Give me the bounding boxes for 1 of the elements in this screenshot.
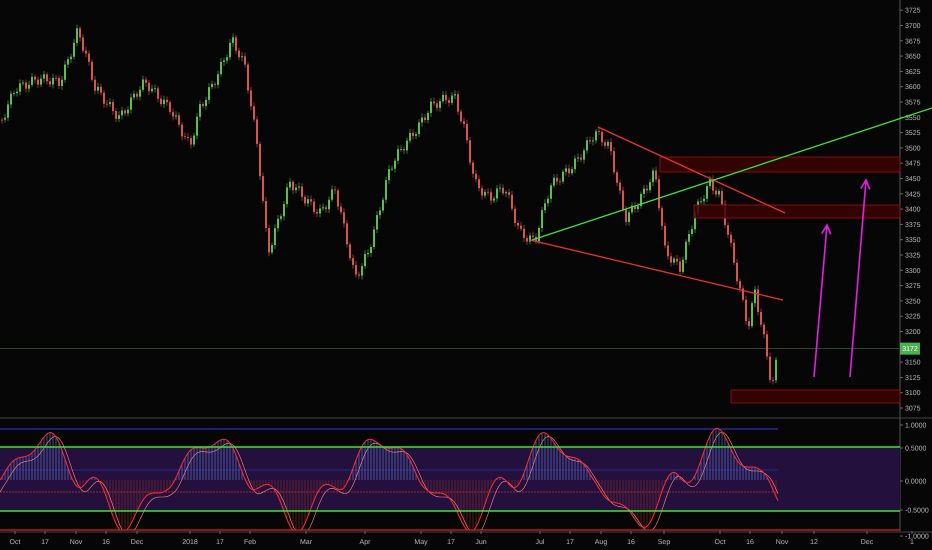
current-price-tag	[900, 342, 920, 355]
